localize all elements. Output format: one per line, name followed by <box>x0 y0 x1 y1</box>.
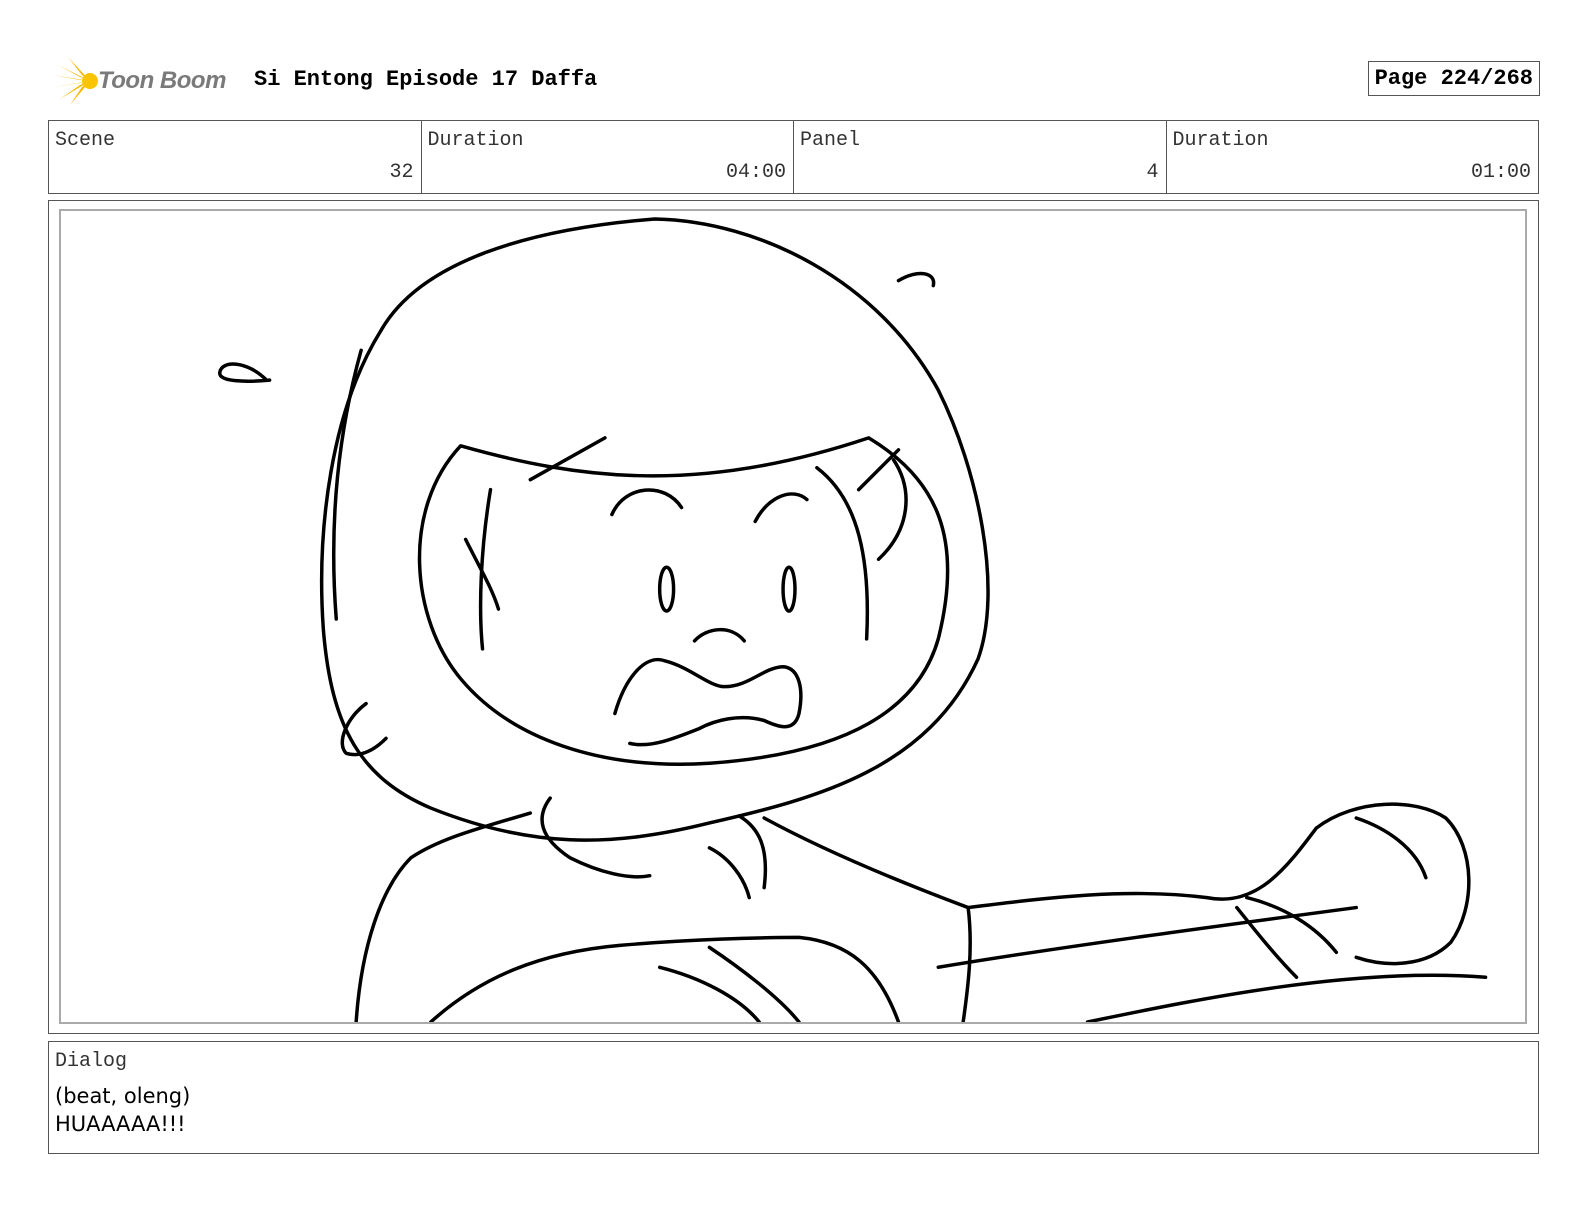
scene-cell: Scene 32 <box>49 121 422 193</box>
scene-duration-cell: Duration 04:00 <box>422 121 794 193</box>
panel-value: 4 <box>1146 161 1159 184</box>
panel-label: Panel <box>800 129 861 152</box>
panel-duration-cell: Duration 01:00 <box>1167 121 1539 193</box>
logo-text: Toon Boom <box>98 67 226 94</box>
dialog-text: (beat, oleng) HUAAAAA!!! <box>55 1082 190 1138</box>
scene-duration-label: Duration <box>427 129 524 152</box>
scene-value: 32 <box>389 161 414 184</box>
arm <box>966 802 1471 966</box>
sunburst-icon <box>52 57 98 105</box>
dialog-line-2: HUAAAAA!!! <box>55 1112 186 1136</box>
storyboard-header: Toon Boom Si Entong Episode 17 Daffa Pag… <box>50 55 1540 107</box>
panel-drawing-area <box>59 209 1527 1024</box>
sleeve-folds <box>657 945 801 1022</box>
sweat-drop-1 <box>218 362 272 383</box>
sweat-drop-2 <box>896 271 936 288</box>
forearm-lower <box>429 935 901 1022</box>
hair-left <box>463 436 607 651</box>
eye-left <box>657 565 676 613</box>
dialog-line-1: (beat, oleng) <box>55 1084 191 1108</box>
nose <box>692 627 746 643</box>
toon-boom-logo: Toon Boom <box>50 55 240 107</box>
scene-label: Scene <box>55 129 116 152</box>
project-title: Si Entong Episode 17 Daffa <box>254 67 598 92</box>
hand-fingers <box>1235 816 1428 979</box>
eyebrow-right <box>753 492 809 524</box>
shirt-right <box>762 816 972 1022</box>
dialog-box: Dialog (beat, oleng) HUAAAAA!!! <box>48 1041 1539 1154</box>
panel-cell: Panel 4 <box>794 121 1167 193</box>
scene-info-row: Scene 32 Duration 04:00 Panel 4 Duration… <box>48 120 1539 194</box>
mouth <box>613 657 803 747</box>
eyebrow-left <box>610 488 684 517</box>
hair-right <box>815 448 908 641</box>
panel-duration-value: 01:00 <box>1470 161 1531 184</box>
shirt-left <box>354 811 533 1022</box>
sweat-drop-3 <box>340 701 388 757</box>
scene-duration-value: 04:00 <box>725 161 786 184</box>
dialog-label: Dialog <box>55 1050 128 1073</box>
panel-duration-label: Duration <box>1172 129 1269 152</box>
eye-right <box>781 565 797 613</box>
collar <box>540 796 768 900</box>
page-number: Page 224/268 <box>1367 61 1540 96</box>
storyboard-panel-frame <box>48 200 1539 1034</box>
helmet-rim-left <box>331 348 363 621</box>
sketch-drawing <box>218 217 1488 1022</box>
